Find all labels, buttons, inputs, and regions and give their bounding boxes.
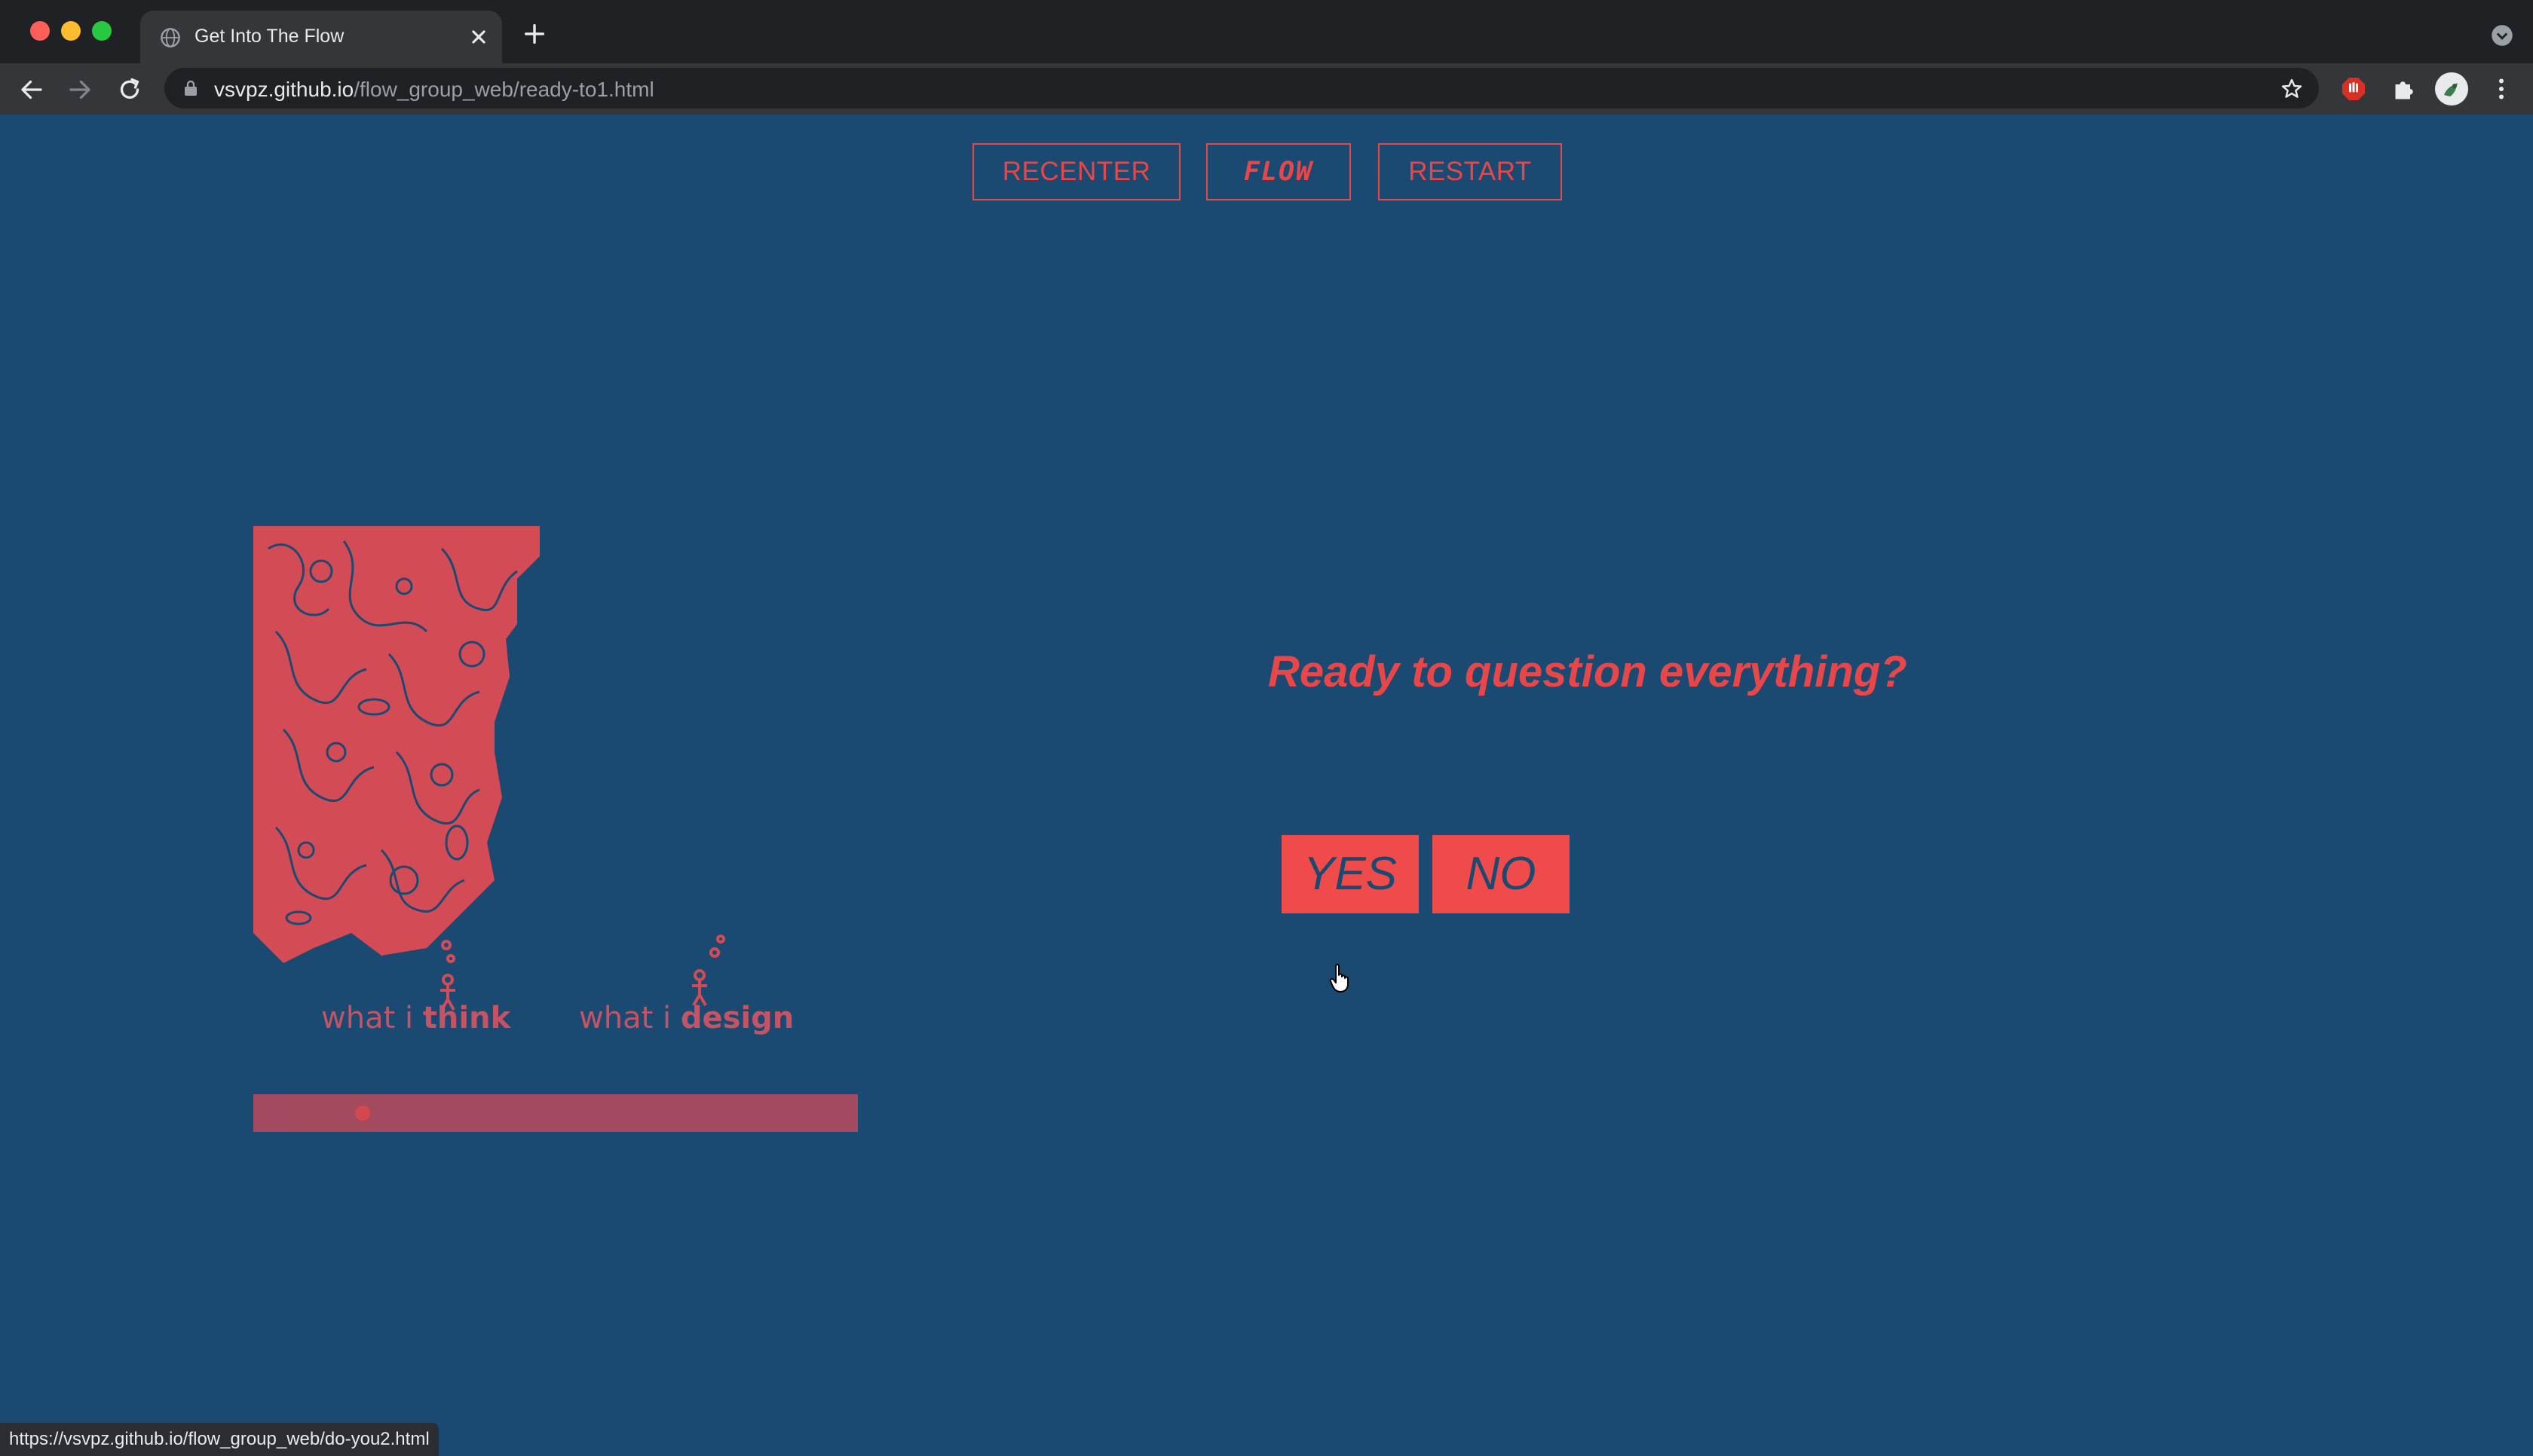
puzzle-icon[interactable] <box>2390 75 2417 102</box>
tab-title: Get Into The Flow <box>194 26 345 47</box>
star-icon[interactable] <box>2280 77 2304 101</box>
caption-design: what i design <box>579 1001 794 1035</box>
page-viewport: RECENTER FLOW RESTART what i think what … <box>2 115 2531 1456</box>
recenter-button[interactable]: RECENTER <box>972 143 1181 200</box>
profile-avatar[interactable] <box>2435 72 2468 106</box>
yes-button[interactable]: YES <box>1282 835 1419 913</box>
globe-icon <box>161 28 180 47</box>
restart-button[interactable]: RESTART <box>1378 143 1562 200</box>
close-icon[interactable] <box>466 24 492 50</box>
reload-icon[interactable] <box>116 76 143 103</box>
doodle-artwork <box>253 526 725 1011</box>
browser-tab[interactable]: Get Into The Flow <box>140 11 502 63</box>
address-bar[interactable]: vsvpz.github.io/flow_group_web/ready-to1… <box>164 68 2319 109</box>
browser-toolbar: vsvpz.github.io/flow_group_web/ready-to1… <box>0 63 2533 115</box>
artwork-footer-strip <box>253 1094 858 1132</box>
no-button[interactable]: NO <box>1432 835 1570 913</box>
back-icon[interactable] <box>18 76 45 103</box>
footer-logo-icon <box>355 1106 370 1121</box>
caption-think-word: think <box>422 1001 511 1035</box>
url-host: vsvpz.github.io <box>214 78 354 101</box>
url-text: vsvpz.github.io/flow_group_web/ready-to1… <box>214 78 654 102</box>
caption-design-prefix: what i <box>579 1001 681 1035</box>
forward-icon[interactable] <box>66 76 93 103</box>
plus-icon[interactable] <box>522 21 547 47</box>
caption-think: what i think <box>321 1001 510 1035</box>
caption-design-word: design <box>680 1001 795 1035</box>
flow-button[interactable]: FLOW <box>1206 143 1351 200</box>
url-path: /flow_group_web/ready-to1.html <box>354 78 654 101</box>
question-heading: Ready to question everything? <box>1268 647 1907 696</box>
browser-tab-bar: Get Into The Flow <box>0 0 2533 63</box>
avatar-image <box>2444 83 2458 96</box>
status-bar-url: https://vsvpz.github.io/flow_group_web/d… <box>0 1423 439 1456</box>
pointer-hand-icon <box>1329 963 1349 993</box>
lock-icon[interactable] <box>182 79 199 97</box>
caption-think-prefix: what i <box>321 1001 423 1035</box>
extension-stop-icon[interactable] <box>2340 75 2367 102</box>
menu-icon[interactable] <box>2488 75 2515 102</box>
tab-search-icon[interactable] <box>2491 24 2513 47</box>
close-window-button[interactable] <box>30 21 50 41</box>
minimize-window-button[interactable] <box>61 21 81 41</box>
maximize-window-button[interactable] <box>92 21 112 41</box>
